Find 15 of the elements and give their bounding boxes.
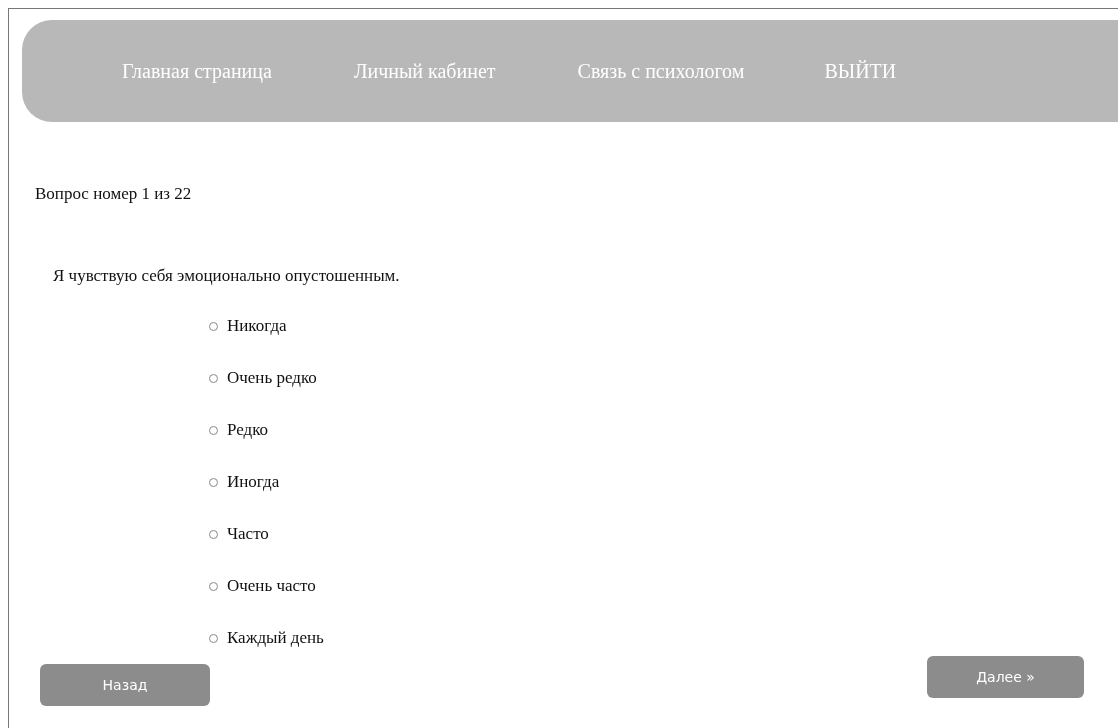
option-label: Иногда: [227, 472, 280, 492]
option-label: Очень редко: [227, 368, 317, 388]
option-label: Каждый день: [227, 628, 324, 648]
question-text: Я чувствую себя эмоционально опустошенным.: [53, 266, 401, 286]
option-label: Никогда: [227, 316, 287, 336]
nav-link[interactable]: Главная страница: [122, 59, 272, 83]
nav-link[interactable]: Личный кабинет: [353, 59, 496, 83]
back-button[interactable]: Назад: [40, 664, 210, 706]
option-label: Очень часто: [227, 576, 316, 596]
nav-link[interactable]: Связь с психологом: [577, 59, 745, 83]
next-button[interactable]: Далее »: [927, 656, 1084, 698]
option-label: Редко: [227, 420, 269, 440]
nav-link[interactable]: ВЫЙТИ: [824, 59, 897, 83]
option-label: Часто: [227, 524, 269, 544]
question-counter: Вопрос номер 1 из 22: [35, 184, 193, 204]
